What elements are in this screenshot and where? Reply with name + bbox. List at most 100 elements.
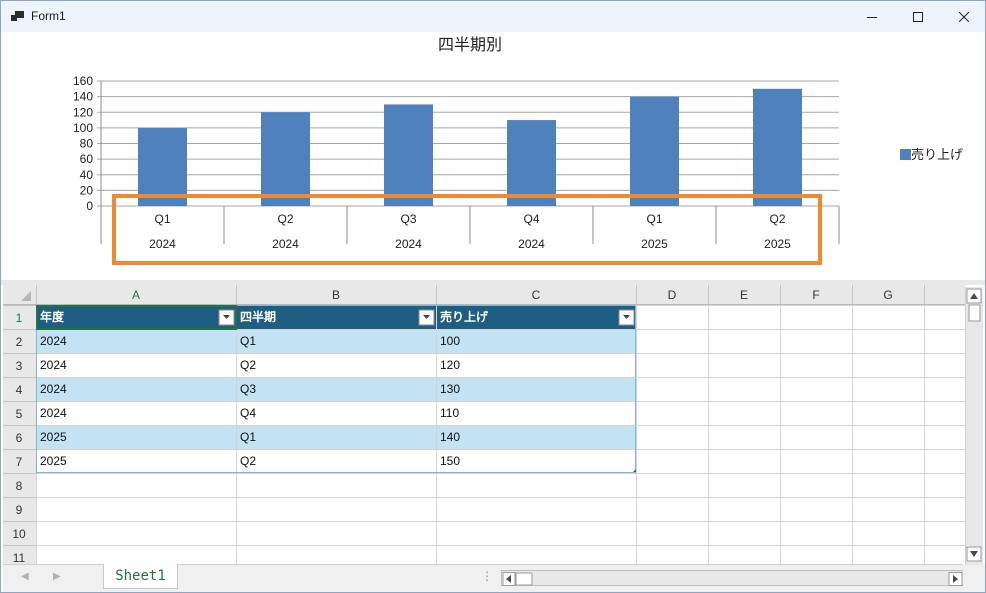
column-header-bar xyxy=(3,285,965,305)
table-cell[interactable]: 2024 xyxy=(40,334,67,348)
minimize-icon xyxy=(867,16,877,18)
row-header-9[interactable]: 9 xyxy=(16,503,23,517)
x-tick-label-year: 2024 xyxy=(395,237,422,251)
table-cell[interactable]: Q2 xyxy=(240,358,256,372)
table-band-row xyxy=(36,329,636,353)
app-window: Form1 四半期別 160 140 120 100 80 60 40 20 0 Q1 2024 Q2 2… xyxy=(0,0,986,593)
close-button[interactable] xyxy=(941,1,986,32)
vertical-scrollbar[interactable] xyxy=(965,287,983,565)
minimize-button[interactable] xyxy=(849,1,895,32)
table-cell[interactable]: 2024 xyxy=(40,382,67,396)
bar-chart[interactable]: 四半期別 160 140120 100 8060 4020 0 Q1 2024 Q2 2024 Q3 2… xyxy=(1,32,985,280)
table-cell[interactable]: 2024 xyxy=(40,406,67,420)
sheet-tab[interactable]: Sheet1 xyxy=(103,564,178,589)
row-header-2[interactable]: 2 xyxy=(16,335,23,349)
y-tick-label: 120 xyxy=(73,105,93,119)
spreadsheet-grid[interactable]: ABCDEFGH1234567891011年度四半期売り上げ2024Q11002… xyxy=(3,285,985,565)
maximize-button[interactable] xyxy=(895,1,941,32)
column-header-b[interactable]: B xyxy=(332,288,340,302)
row-header-11[interactable]: 11 xyxy=(13,551,26,565)
row-header-5[interactable]: 5 xyxy=(16,407,23,421)
x-tick-label-quarter: Q3 xyxy=(400,212,416,226)
column-header-d[interactable]: D xyxy=(668,288,677,302)
table-header-cell[interactable]: 売り上げ xyxy=(440,309,489,324)
next-sheet-icon[interactable]: ▶ xyxy=(53,571,61,582)
x-tick-label-year: 2024 xyxy=(149,237,176,251)
table-cell[interactable]: Q3 xyxy=(240,382,256,396)
column-header-e[interactable]: E xyxy=(740,288,748,302)
table-cell[interactable]: 2025 xyxy=(40,454,67,468)
x-tick-label-year: 2025 xyxy=(764,237,791,251)
horizontal-scrollbar[interactable] xyxy=(501,570,965,586)
x-tick-label-quarter: Q2 xyxy=(769,212,785,226)
chart-title: 四半期別 xyxy=(438,35,502,54)
y-tick-label: 160 xyxy=(73,74,93,88)
row-header-4[interactable]: 4 xyxy=(16,383,23,397)
bar-q1-2025[interactable] xyxy=(630,96,679,206)
x-tick-label-quarter: Q2 xyxy=(277,212,293,226)
bar-q2-2024[interactable] xyxy=(261,112,310,206)
close-icon xyxy=(959,11,969,22)
cell-grid[interactable]: ABCDEFGH1234567891011年度四半期売り上げ2024Q11002… xyxy=(3,285,985,565)
y-tick-label: 80 xyxy=(80,137,94,151)
y-tick-label: 20 xyxy=(80,183,94,197)
table-cell[interactable]: 150 xyxy=(440,454,460,468)
bar-q4-2024[interactable] xyxy=(507,120,556,206)
maximize-icon xyxy=(913,11,923,22)
scrollbar-corner xyxy=(963,565,985,592)
title-bar: Form1 xyxy=(1,1,985,32)
table-cell[interactable]: 100 xyxy=(440,334,460,348)
row-header-10[interactable]: 10 xyxy=(12,527,26,541)
row-header-3[interactable]: 3 xyxy=(16,359,23,373)
table-band-row xyxy=(36,425,636,449)
x-tick-label-year: 2024 xyxy=(272,237,299,251)
table-header-cell[interactable]: 四半期 xyxy=(240,309,276,324)
horizontal-scrollbar-graphic xyxy=(502,572,963,586)
x-tick-label-quarter: Q4 xyxy=(523,212,539,226)
tab-splitter-icon[interactable]: ⋮ xyxy=(481,569,493,583)
table-cell[interactable]: Q1 xyxy=(240,334,256,348)
table-header-cell[interactable]: 年度 xyxy=(40,309,65,324)
bar-q3-2024[interactable] xyxy=(384,104,433,206)
x-tick-label-year: 2025 xyxy=(641,237,668,251)
table-header-row xyxy=(36,305,636,329)
table-cell[interactable]: 130 xyxy=(440,382,460,396)
column-header-c[interactable]: C xyxy=(532,288,541,302)
x-tick-label-quarter: Q1 xyxy=(154,212,170,226)
table-cell[interactable]: Q1 xyxy=(240,430,256,444)
row-header-7[interactable]: 7 xyxy=(16,455,23,469)
table-cell[interactable]: Q2 xyxy=(240,454,256,468)
app-icon xyxy=(11,11,24,21)
table-cell[interactable]: 120 xyxy=(440,358,460,372)
table-resize-handle[interactable] xyxy=(633,469,636,472)
chart-panel: 四半期別 160 140 120 100 80 60 40 20 0 Q1 2024 Q2 2024 Q3 2… xyxy=(1,32,985,280)
x-tick-label-quarter: Q1 xyxy=(646,212,662,226)
y-tick-label: 40 xyxy=(80,168,94,182)
column-header-a[interactable]: A xyxy=(132,288,140,302)
table-cell[interactable]: 2024 xyxy=(40,358,67,372)
previous-sheet-icon[interactable]: ◀ xyxy=(21,571,29,582)
y-tick-label: 140 xyxy=(73,90,93,104)
row-header-8[interactable]: 8 xyxy=(16,479,23,493)
vertical-scroll-thumb[interactable] xyxy=(968,304,981,322)
y-tick-label: 0 xyxy=(86,199,93,213)
y-tick-label: 60 xyxy=(80,152,94,166)
window-title: Form1 xyxy=(31,9,66,23)
table-cell[interactable]: 2025 xyxy=(40,430,67,444)
legend-label: 売り上げ xyxy=(911,147,963,163)
bar-q2-2025[interactable] xyxy=(753,88,802,206)
row-header-1[interactable]: 1 xyxy=(16,311,23,325)
vertical-scrollbar-graphic xyxy=(966,288,982,562)
row-header-6[interactable]: 6 xyxy=(16,431,23,445)
x-tick-label-year: 2024 xyxy=(518,237,545,251)
y-tick-label: 100 xyxy=(73,121,93,135)
sheet-tab-bar: ◀ ▶ Sheet1 ⋮ xyxy=(3,564,965,592)
table-band-row xyxy=(36,377,636,401)
column-header-f[interactable]: F xyxy=(812,288,819,302)
horizontal-scroll-thumb[interactable] xyxy=(515,572,533,586)
table-cell[interactable]: 110 xyxy=(440,406,459,420)
legend-swatch xyxy=(900,149,911,160)
table-cell[interactable]: Q4 xyxy=(240,406,256,420)
table-cell[interactable]: 140 xyxy=(440,430,460,444)
column-header-g[interactable]: G xyxy=(883,288,892,302)
